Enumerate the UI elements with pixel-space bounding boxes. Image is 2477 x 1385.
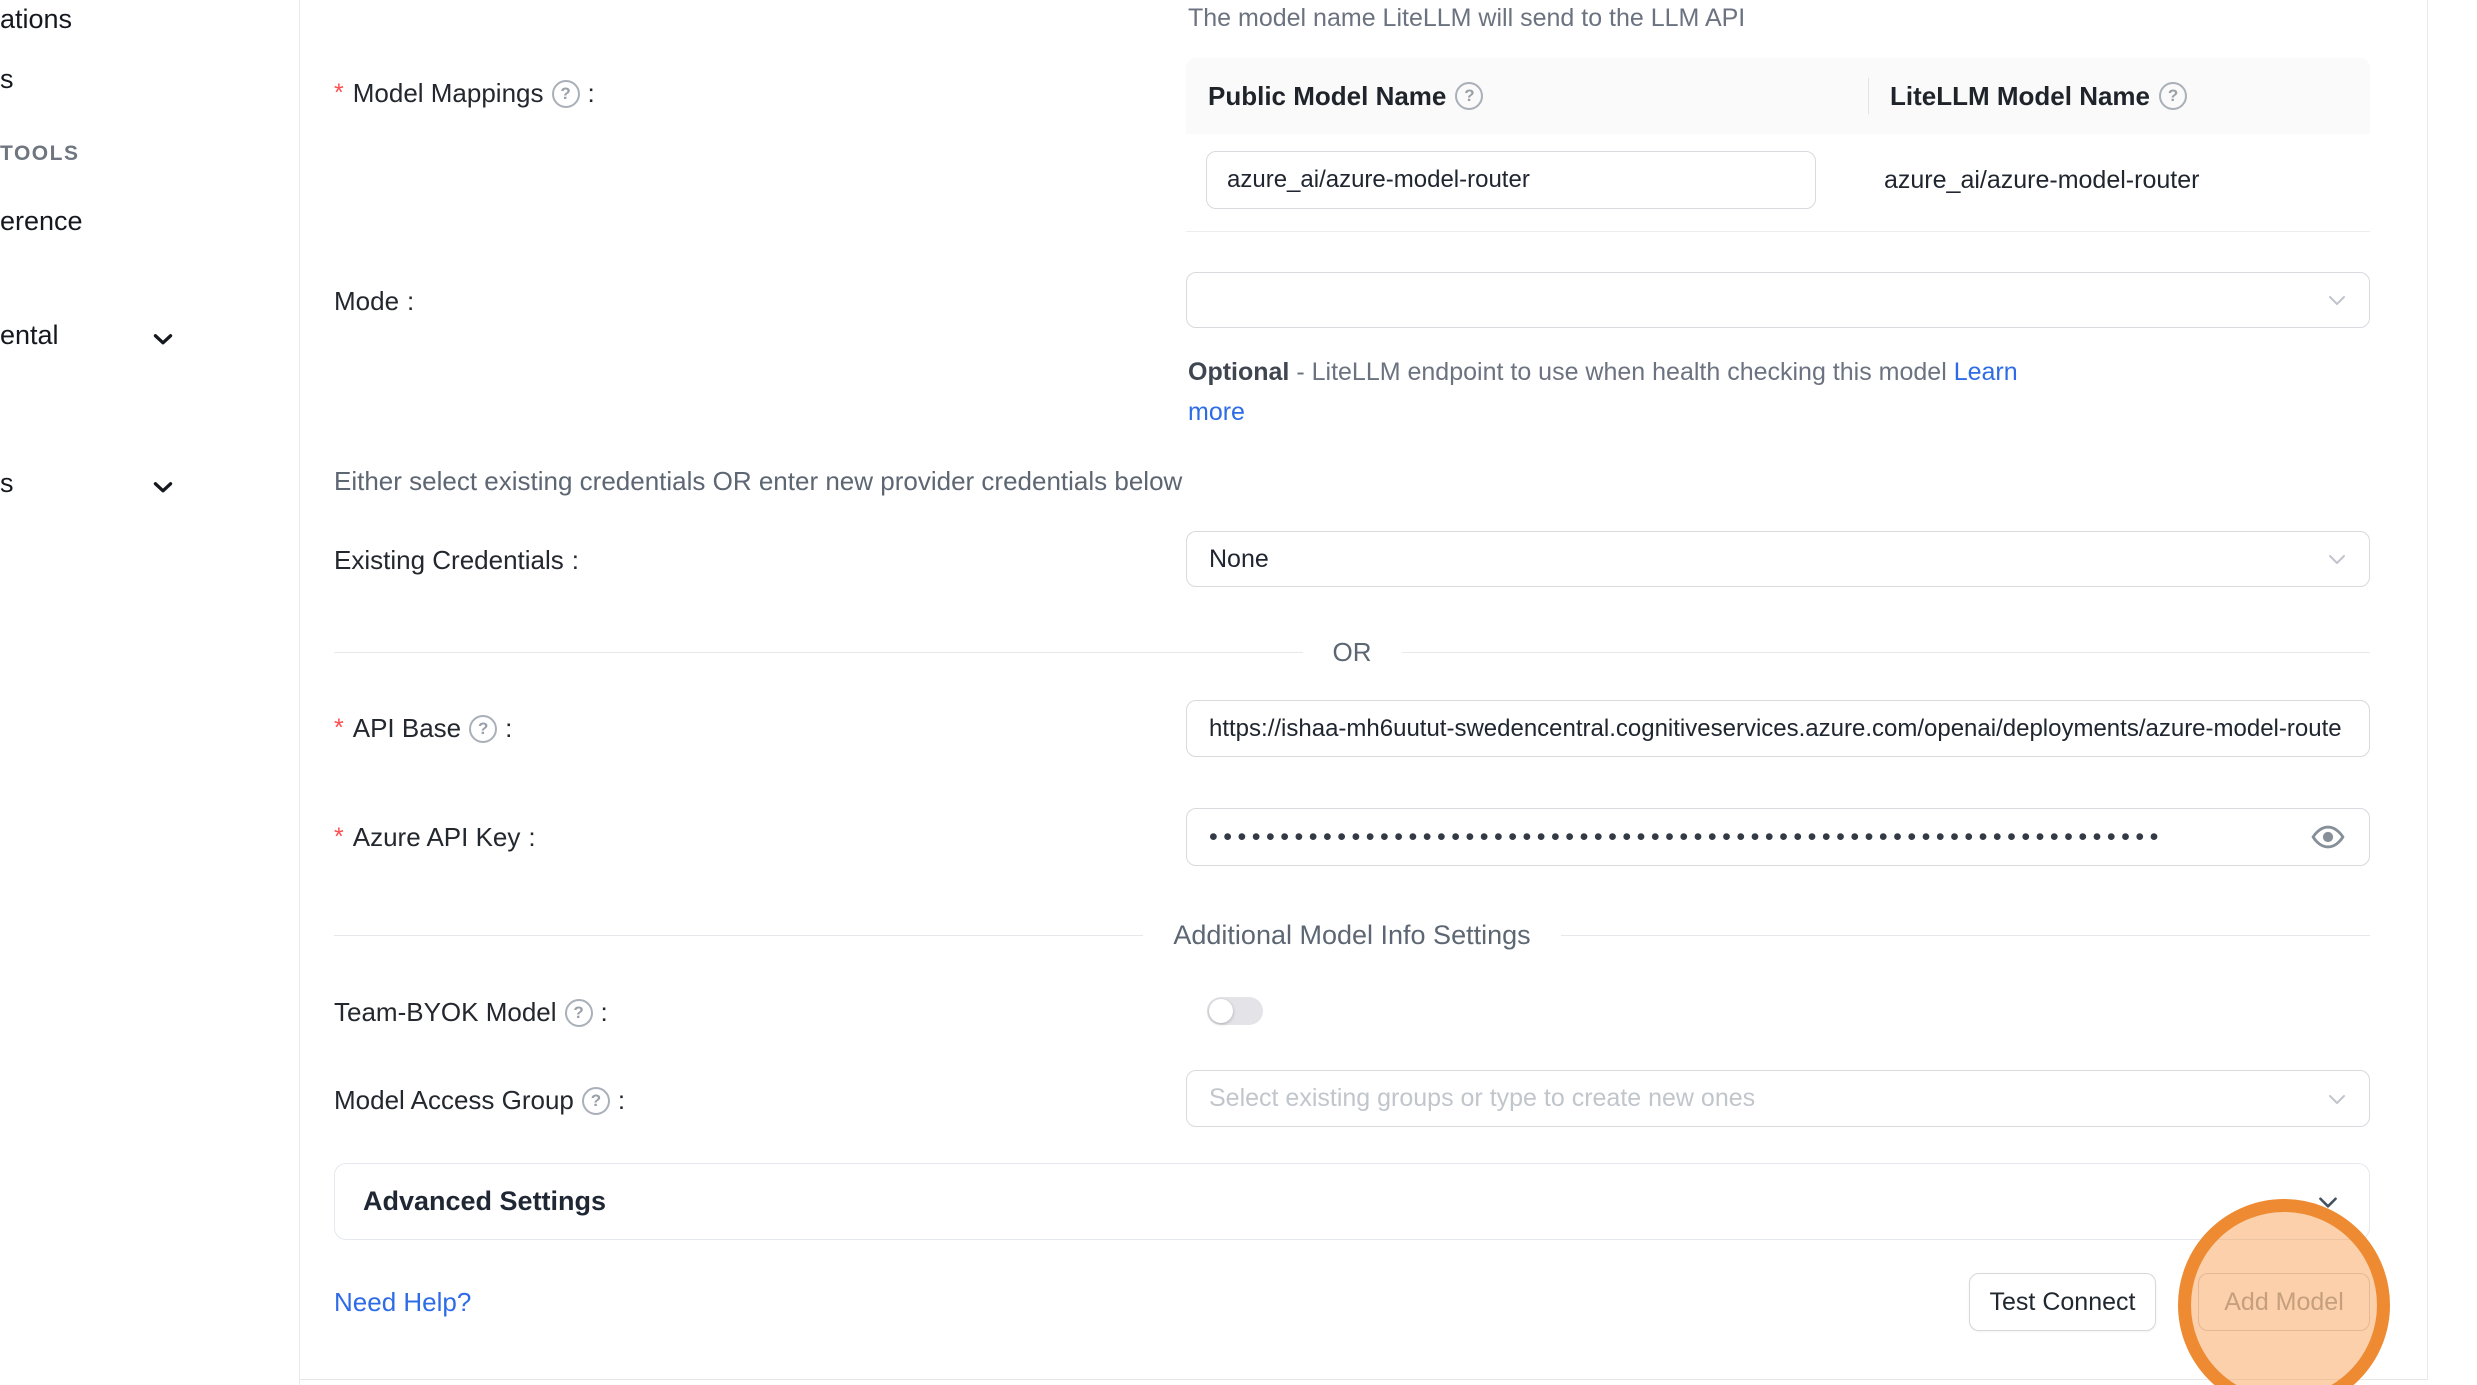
model-mappings-table: Public Model Name ? LiteLLM Model Name ?…	[1186, 58, 2370, 232]
sidebar: ations s TOOLS erence ental s	[0, 0, 300, 1385]
help-question-icon[interactable]: ?	[1455, 82, 1483, 110]
mode-help-text: Optional - LiteLLM endpoint to use when …	[1188, 352, 2023, 432]
eye-icon[interactable]	[2311, 820, 2345, 854]
chevron-down-icon	[2315, 1189, 2341, 1215]
model-mappings-label: * Model Mappings ? :	[334, 78, 595, 109]
card-right-border	[2427, 0, 2428, 1380]
model-name-hint: The model name LiteLLM will send to the …	[1188, 4, 1745, 33]
sidebar-section-tools: TOOLS	[0, 142, 79, 166]
help-question-icon[interactable]: ?	[469, 715, 497, 743]
azure-api-key-label: * Azure API Key :	[334, 822, 536, 853]
chevron-down-icon	[150, 326, 176, 352]
existing-credentials-select[interactable]: None	[1186, 531, 2370, 587]
additional-settings-divider: Additional Model Info Settings	[334, 920, 2370, 951]
azure-api-key-input[interactable]: ••••••••••••••••••••••••••••••••••••••••…	[1186, 808, 2370, 866]
need-help-link[interactable]: Need Help?	[334, 1287, 471, 1318]
credentials-note: Either select existing credentials OR en…	[334, 466, 1182, 497]
chevron-down-icon	[150, 474, 176, 500]
team-byok-label: Team-BYOK Model ? :	[334, 997, 608, 1028]
model-access-group-label: Model Access Group ? :	[334, 1085, 625, 1116]
column-header-public-model-name: Public Model Name ?	[1186, 81, 1868, 112]
model-access-group-select[interactable]: Select existing groups or type to create…	[1186, 1070, 2370, 1127]
card-bottom-border	[300, 1379, 2427, 1380]
help-question-icon[interactable]: ?	[565, 999, 593, 1027]
existing-credentials-label: Existing Credentials :	[334, 545, 579, 576]
help-question-icon[interactable]: ?	[552, 80, 580, 108]
chevron-down-icon	[2325, 1087, 2349, 1111]
toggle-knob	[1209, 999, 1233, 1023]
add-model-button[interactable]: Add Model	[2198, 1273, 2370, 1331]
required-asterisk: *	[334, 79, 344, 108]
sidebar-item-inference[interactable]: erence	[0, 206, 83, 237]
litellm-model-name-value: azure_ai/azure-model-router	[1884, 134, 2199, 226]
advanced-settings-panel[interactable]: Advanced Settings	[334, 1163, 2370, 1240]
required-asterisk: *	[334, 823, 344, 852]
help-question-icon[interactable]: ?	[582, 1087, 610, 1115]
or-divider: OR	[334, 637, 2370, 668]
chevron-down-icon	[2325, 547, 2349, 571]
required-asterisk: *	[334, 714, 344, 743]
add-model-page: ations s TOOLS erence ental s The model …	[0, 0, 2477, 1385]
sidebar-item-top-fragment[interactable]: s	[0, 64, 14, 95]
sidebar-item-organizations[interactable]: ations	[0, 4, 72, 35]
team-byok-toggle[interactable]	[1207, 997, 1263, 1025]
api-base-input[interactable]: https://ishaa-mh6uutut-swedencentral.cog…	[1186, 700, 2370, 757]
mode-select[interactable]	[1186, 272, 2370, 328]
chevron-down-icon	[2325, 288, 2349, 312]
public-model-name-input[interactable]: azure_ai/azure-model-router	[1206, 151, 1816, 209]
column-divider	[1868, 78, 1869, 114]
masked-password-value: ••••••••••••••••••••••••••••••••••••••••…	[1209, 823, 2259, 852]
mode-label: Mode :	[334, 286, 414, 317]
table-header-row: Public Model Name ? LiteLLM Model Name ?	[1186, 58, 2370, 134]
test-connect-button[interactable]: Test Connect	[1969, 1273, 2156, 1331]
column-header-litellm-model-name: LiteLLM Model Name ?	[1868, 81, 2187, 112]
api-base-label: * API Base ? :	[334, 713, 512, 744]
table-row: azure_ai/azure-model-router azure_ai/azu…	[1186, 134, 2370, 232]
sidebar-item-settings[interactable]: s	[0, 468, 14, 499]
help-question-icon[interactable]: ?	[2159, 82, 2187, 110]
sidebar-item-experimental[interactable]: ental	[0, 320, 59, 351]
